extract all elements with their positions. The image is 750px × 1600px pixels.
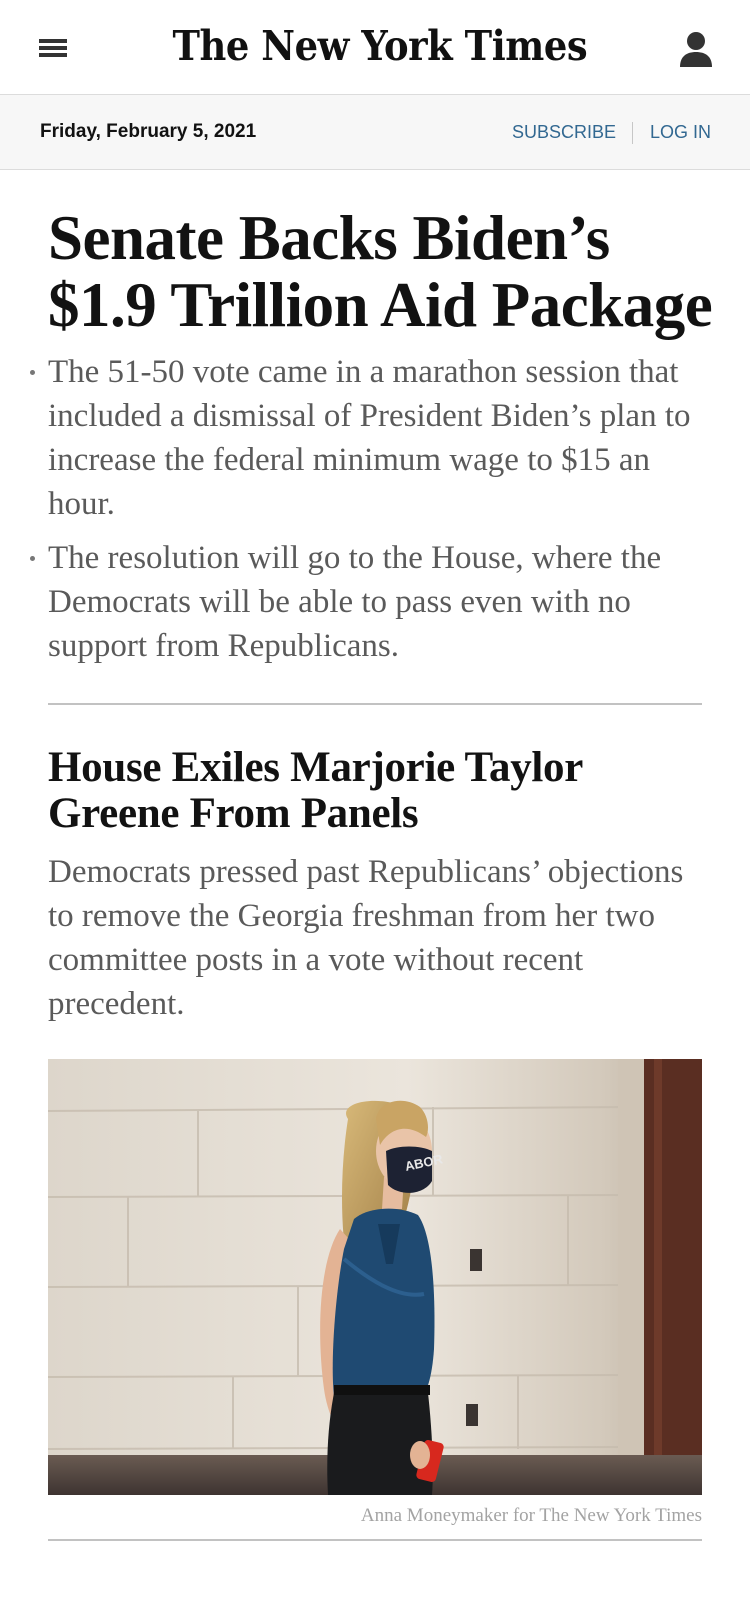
summary-bullet-text: The 51-50 vote came in a marathon sessio… [48,354,691,522]
top-navigation-bar: The New York Times [0,0,750,95]
summary-bullet: The resolution will go to the House, whe… [0,536,708,668]
story-photo[interactable]: ABOR [48,1059,702,1495]
second-story-summary: Democrats pressed past Republicans’ obje… [48,854,684,1022]
user-account-icon[interactable] [676,30,716,68]
link-divider [632,122,633,144]
hamburger-menu-icon[interactable] [37,36,69,60]
login-link[interactable]: LOG IN [650,95,711,169]
summary-bullet: The 51-50 vote came in a marathon sessio… [0,350,708,526]
story-divider [48,703,702,705]
photo-credit: Anna Moneymaker for The New York Times [360,1505,702,1526]
story-divider [48,1539,702,1541]
summary-bullet-text: The resolution will go to the House, whe… [48,540,662,664]
photo-illustration: ABOR [48,1059,702,1495]
lead-story-summary-list: The 51-50 vote came in a marathon sessio… [0,350,750,678]
bullet-dot-icon [30,556,35,561]
bullet-dot-icon [30,370,35,375]
menu-line [39,39,67,43]
current-date: Friday, February 5, 2021 [40,121,257,142]
date-subscribe-strip: Friday, February 5, 2021 SUBSCRIBE LOG I… [0,95,750,170]
second-story-headline[interactable]: House Exiles Marjorie Taylor Greene From… [48,745,718,837]
user-silhouette-svg [680,32,712,67]
nyt-masthead-logo[interactable]: The New York Times [173,14,588,78]
lead-story-headline[interactable]: Senate Backs Biden’s $1.9 Trillion Aid P… [48,205,718,339]
menu-line [39,53,67,57]
menu-line [39,46,67,50]
subscribe-link[interactable]: SUBSCRIBE [512,95,616,169]
